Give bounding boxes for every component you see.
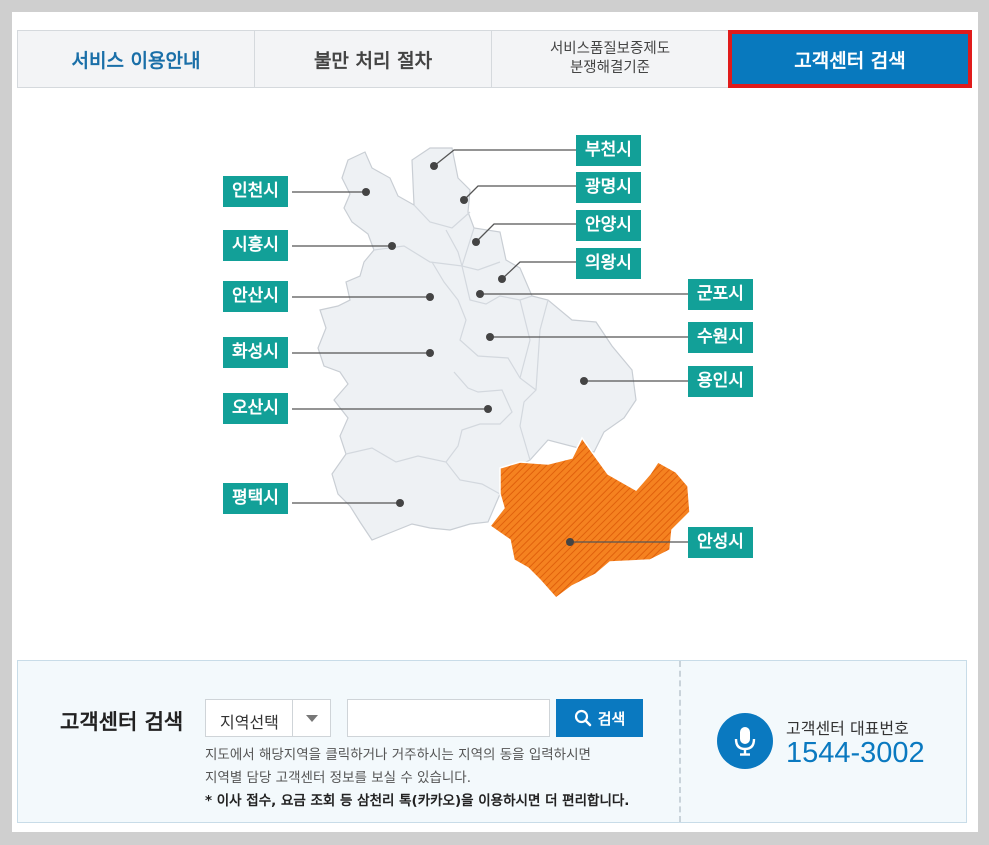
dropdown-arrow-icon[interactable]	[292, 700, 330, 736]
city-label-incheon[interactable]: 인천시	[223, 176, 288, 207]
city-label-bucheon[interactable]: 부천시	[576, 135, 641, 166]
help-line: 지도에서 해당지역을 클릭하거나 거주하시는 지역의 동을 입력하시면	[205, 747, 591, 763]
microphone-icon	[717, 713, 773, 769]
map-svg	[292, 147, 691, 600]
search-panel: 고객센터 검색 지역선택 검색 지도에서 해당지역을 클릭하거나 거주하시는 지…	[17, 660, 967, 823]
city-label-pyeongtaek[interactable]: 평택시	[223, 483, 288, 514]
city-label-uiwang[interactable]: 의왕시	[576, 248, 641, 279]
search-title: 고객센터 검색	[60, 710, 184, 734]
contact-number: 1544-3002	[786, 737, 925, 769]
city-label-suwon[interactable]: 수원시	[688, 322, 753, 353]
city-label-gunpo[interactable]: 군포시	[688, 279, 753, 310]
search-help-text: 지도에서 해당지역을 클릭하거나 거주하시는 지역의 동을 입력하시면 지역별 …	[205, 744, 629, 813]
city-label-anyang[interactable]: 안양시	[576, 210, 641, 241]
search-button-label: 검색	[597, 710, 626, 728]
search-icon	[574, 709, 591, 727]
region-anseong[interactable]	[488, 436, 691, 600]
search-button[interactable]: 검색	[556, 699, 643, 737]
help-line: 지역별 담당 고객센터 정보를 보실 수 있습니다.	[205, 770, 472, 786]
panel-divider	[679, 661, 681, 822]
help-note: * 이사 접수, 요금 조회 등 삼천리 톡(카카오)을 이용하시면 더 편리합…	[205, 793, 630, 809]
city-label-gwangmyeong[interactable]: 광명시	[576, 172, 641, 203]
city-label-osan[interactable]: 오산시	[223, 393, 288, 424]
city-label-ansan[interactable]: 안산시	[223, 281, 288, 312]
contact-label: 고객센터 대표번호	[786, 719, 909, 738]
region-select-value: 지역선택	[220, 713, 279, 732]
dong-search-input[interactable]	[347, 699, 550, 737]
region-select[interactable]: 지역선택	[205, 699, 331, 737]
city-label-anseong[interactable]: 안성시	[688, 527, 753, 558]
region-map: 인천시 시흥시 안산시 화성시 오산시 평택시 부천시 광명시 안양시 의왕시 …	[0, 0, 989, 640]
city-label-yongin[interactable]: 용인시	[688, 366, 753, 397]
city-label-hwaseong[interactable]: 화성시	[223, 337, 288, 368]
city-label-siheung[interactable]: 시흥시	[223, 230, 288, 261]
